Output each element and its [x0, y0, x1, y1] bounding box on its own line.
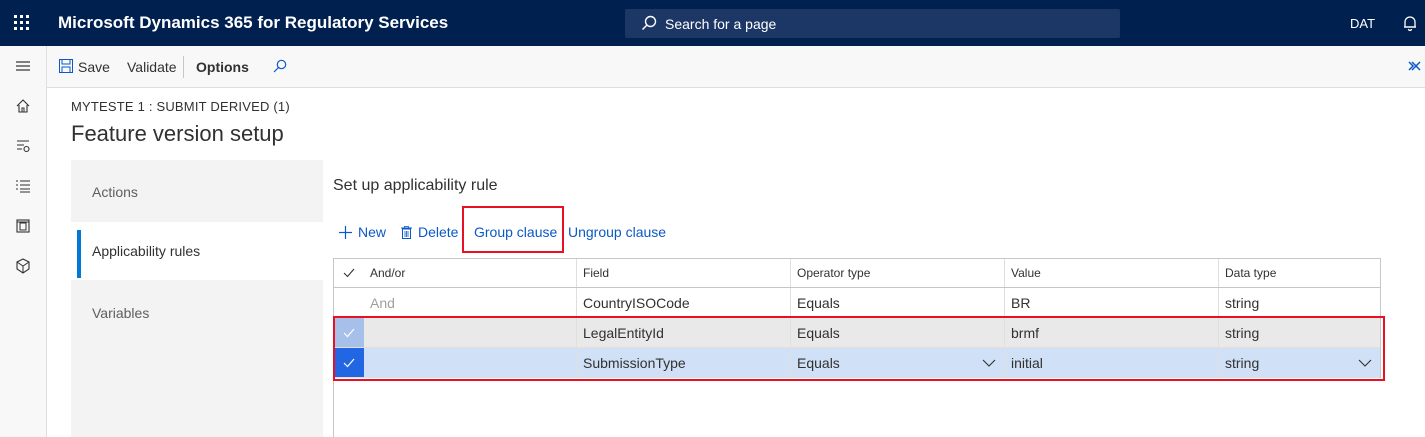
tab-actions[interactable]: Actions: [71, 163, 323, 221]
section-title: Set up applicability rule: [333, 177, 498, 194]
table-row[interactable]: And CountryISOCode Equals BR string: [334, 288, 1381, 318]
row-select-checkbox[interactable]: [334, 288, 364, 317]
column-header-andor[interactable]: And/or: [364, 259, 577, 287]
column-header-datatype[interactable]: Data type: [1219, 259, 1381, 287]
tab-applicability-rules[interactable]: Applicability rules: [71, 222, 323, 280]
action-pane: Save Validate Options: [47, 46, 1425, 88]
tab-label: Applicability rules: [92, 243, 201, 259]
notification-bell-icon[interactable]: [1401, 14, 1419, 32]
validate-button[interactable]: Validate: [127, 59, 177, 75]
trash-icon: [401, 225, 412, 239]
ungroup-clause-label: Ungroup clause: [568, 224, 667, 240]
find-icon[interactable]: [273, 59, 287, 73]
workspaces-icon[interactable]: [0, 206, 46, 246]
recent-items-icon[interactable]: [0, 246, 46, 286]
cell-andor[interactable]: And: [364, 288, 577, 317]
select-all-checkbox[interactable]: [334, 259, 364, 287]
options-tab[interactable]: Options: [196, 59, 249, 75]
vertical-tab-list: Actions Applicability rules Variables: [71, 160, 323, 437]
search-icon: [642, 15, 657, 30]
ungroup-clause-button[interactable]: Ungroup clause: [568, 224, 666, 240]
new-button-label: New: [358, 224, 387, 240]
favorites-icon[interactable]: [0, 126, 46, 166]
top-nav-bar: Microsoft Dynamics 365 for Regulatory Se…: [0, 0, 1425, 46]
delete-button[interactable]: Delete: [401, 224, 458, 240]
app-title[interactable]: Microsoft Dynamics 365 for Regulatory Se…: [58, 13, 448, 33]
save-button[interactable]: Save: [78, 59, 110, 75]
tab-variables[interactable]: Variables: [71, 284, 323, 342]
home-icon[interactable]: [0, 86, 46, 126]
modules-list-icon[interactable]: [0, 166, 46, 206]
cell-field[interactable]: CountryISOCode: [577, 288, 791, 317]
checkmark-icon: [343, 268, 355, 278]
delete-button-label: Delete: [418, 224, 459, 240]
navigation-rail: [0, 46, 47, 437]
page-caption: MYTESTE 1 : SUBMIT DERIVED (1): [71, 99, 290, 114]
company-picker[interactable]: DAT: [1350, 16, 1375, 31]
cell-value[interactable]: BR: [1005, 288, 1219, 317]
save-icon[interactable]: [59, 59, 73, 73]
grid-header: And/or Field Operator type Value Data ty…: [334, 258, 1381, 288]
cell-datatype[interactable]: string: [1219, 288, 1381, 317]
app-launcher-icon[interactable]: [14, 15, 30, 31]
cell-operator[interactable]: Equals: [791, 288, 1005, 317]
tab-label: Variables: [92, 305, 150, 321]
page-title: Feature version setup: [71, 121, 284, 146]
tab-label: Actions: [92, 184, 138, 200]
plus-icon: [339, 225, 352, 239]
highlight-box-selected-rows: [333, 316, 1385, 381]
action-separator: [183, 56, 184, 78]
new-button[interactable]: New: [339, 224, 386, 240]
page-search-box[interactable]: Search for a page: [625, 9, 1120, 38]
hamburger-menu-icon[interactable]: [0, 46, 46, 86]
column-header-operator[interactable]: Operator type: [791, 259, 1005, 287]
collapse-pane-icon[interactable]: [1408, 61, 1421, 71]
column-header-value[interactable]: Value: [1005, 259, 1219, 287]
highlight-box-group-clause: [462, 206, 564, 253]
search-placeholder: Search for a page: [665, 16, 777, 32]
column-header-field[interactable]: Field: [577, 259, 791, 287]
